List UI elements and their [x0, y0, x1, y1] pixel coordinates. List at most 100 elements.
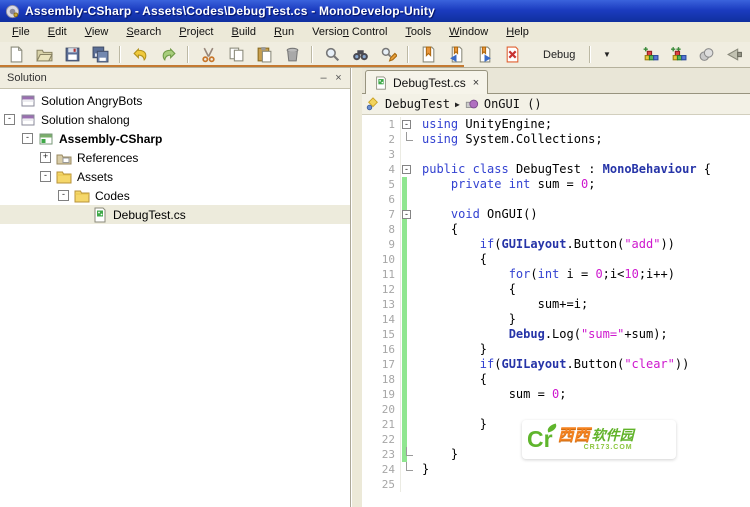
code-line[interactable]: 18 { — [362, 372, 750, 387]
debug-config-dropdown-arrow[interactable]: ▼ — [599, 44, 615, 66]
debug-config-combobox[interactable]: Debug — [537, 45, 581, 65]
code-line[interactable]: 19 sum = 0; — [362, 387, 750, 402]
title-bar[interactable]: Assembly-CSharp - Assets\Codes\DebugTest… — [0, 0, 750, 22]
code-line[interactable]: 14 } — [362, 312, 750, 327]
breadcrumb-method[interactable]: OnGUI () — [484, 97, 542, 111]
toggle-bookmark-button[interactable] — [417, 44, 439, 66]
next-bookmark-button[interactable] — [473, 44, 495, 66]
code-line[interactable]: 17 if(GUILayout.Button("clear")) — [362, 357, 750, 372]
tree-item-assets[interactable]: - Assets — [0, 167, 350, 186]
code-line[interactable]: 13 sum+=i; — [362, 297, 750, 312]
menu-help[interactable]: Help — [497, 24, 538, 40]
cut-button[interactable] — [197, 44, 219, 66]
change-bar — [402, 387, 407, 402]
redo-button[interactable] — [157, 44, 179, 66]
tree-expander[interactable]: + — [40, 152, 51, 163]
code-line[interactable]: 8 { — [362, 222, 750, 237]
fold-marker-icon[interactable]: - — [402, 210, 411, 219]
line-number: 9 — [388, 238, 395, 251]
menu-build[interactable]: Build — [223, 24, 265, 40]
line-number: 7 — [388, 208, 395, 221]
menu-tools[interactable]: Tools — [396, 24, 440, 40]
code-text: using System.Collections; — [422, 132, 603, 146]
clear-bookmarks-button[interactable] — [501, 44, 523, 66]
unit-tests-icon[interactable] — [639, 44, 661, 66]
tree-item-solution-angrybots[interactable]: Solution AngryBots — [0, 91, 350, 110]
tree-item-references[interactable]: + References — [0, 148, 350, 167]
code-line[interactable]: 1- using UnityEngine; — [362, 117, 750, 132]
open-file-button[interactable] — [33, 44, 55, 66]
fold-marker-icon[interactable]: - — [402, 165, 411, 174]
breadcrumb-class[interactable]: DebugTest — [385, 97, 450, 111]
search-replace-button[interactable] — [377, 44, 399, 66]
code-line[interactable]: 6 — [362, 192, 750, 207]
toolbar-separator — [407, 46, 409, 63]
code-text: } — [422, 462, 430, 476]
pane-splitter[interactable] — [351, 68, 362, 507]
code-line[interactable]: 7- void OnGUI() — [362, 207, 750, 222]
code-line[interactable]: 5 private int sum = 0; — [362, 177, 750, 192]
undo-button[interactable] — [129, 44, 151, 66]
change-bar — [402, 357, 407, 372]
tab-debugtest-cs[interactable]: DebugTest.cs × — [365, 70, 489, 94]
search-button[interactable] — [321, 44, 343, 66]
line-number: 12 — [381, 283, 395, 296]
code-text: { — [422, 222, 459, 236]
change-bar — [402, 312, 407, 327]
filter-icon[interactable] — [723, 44, 745, 66]
code-line[interactable]: 2 using System.Collections; — [362, 132, 750, 147]
code-line[interactable]: 11 for(int i = 0;i<10;i++) — [362, 267, 750, 282]
code-line[interactable]: 20 — [362, 402, 750, 417]
tree-item-label: Assets — [77, 169, 114, 184]
code-line[interactable]: 12 { — [362, 282, 750, 297]
code-line[interactable]: 9 if(GUILayout.Button("add")) — [362, 237, 750, 252]
menu-view[interactable]: View — [76, 24, 118, 40]
pad-minimize-button[interactable]: ‒ — [316, 69, 331, 87]
code-line[interactable]: 10 { — [362, 252, 750, 267]
menu-project[interactable]: Project — [170, 24, 222, 40]
tree-expander[interactable]: - — [40, 171, 51, 182]
line-number: 14 — [381, 313, 395, 326]
code-line[interactable]: 16 } — [362, 342, 750, 357]
code-line[interactable]: 25 — [362, 477, 750, 492]
solution-tree[interactable]: Solution AngryBots - Solution shalong - Asse… — [0, 89, 350, 507]
tree-item-codes[interactable]: - Codes — [0, 186, 350, 205]
tree-expander[interactable]: - — [58, 190, 69, 201]
previous-bookmark-button[interactable] — [445, 44, 467, 66]
tree-item-label: References — [77, 150, 139, 165]
paste-button[interactable] — [253, 44, 275, 66]
tree-item-debugtest-cs[interactable]: DebugTest.cs — [0, 205, 350, 224]
tree-expander[interactable]: - — [22, 133, 33, 144]
menu-window[interactable]: Window — [440, 24, 497, 40]
code-line[interactable]: 15 Debug.Log("sum="+sum); — [362, 327, 750, 342]
fold-marker-icon[interactable]: - — [402, 120, 411, 129]
code-line[interactable]: 4- public class DebugTest : MonoBehaviour… — [362, 162, 750, 177]
save-all-button[interactable] — [89, 44, 111, 66]
pad-close-button[interactable]: × — [331, 69, 346, 87]
menu-bar: File Edit View Search Project Build Run Version… — [0, 22, 750, 42]
new-file-button[interactable] — [5, 44, 27, 66]
copy-button[interactable] — [225, 44, 247, 66]
method-icon — [465, 97, 479, 111]
tab-close-icon[interactable]: × — [473, 77, 479, 89]
menu-version-control[interactable]: Version Control — [303, 24, 396, 40]
line-number: 2 — [388, 133, 395, 146]
tree-item-assembly-csharp[interactable]: - Assembly-CSharp — [0, 129, 350, 148]
delete-button[interactable] — [281, 44, 303, 66]
save-button[interactable] — [61, 44, 83, 66]
attach-process-icon[interactable] — [695, 44, 717, 66]
code-text: void OnGUI() — [450, 207, 538, 221]
code-line[interactable]: 3 — [362, 147, 750, 162]
menu-search[interactable]: Search — [117, 24, 170, 40]
find-in-files-button[interactable] — [349, 44, 371, 66]
menu-run[interactable]: Run — [265, 24, 303, 40]
menu-edit[interactable]: Edit — [39, 24, 76, 40]
code-text: if(GUILayout.Button("add")) — [479, 237, 675, 251]
code-line[interactable]: 24} — [362, 462, 750, 477]
tree-item-solution-shalong[interactable]: - Solution shalong — [0, 110, 350, 129]
tree-expander[interactable]: - — [4, 114, 15, 125]
menu-file[interactable]: File — [3, 24, 39, 40]
add-unit-tests-icon[interactable] — [667, 44, 689, 66]
